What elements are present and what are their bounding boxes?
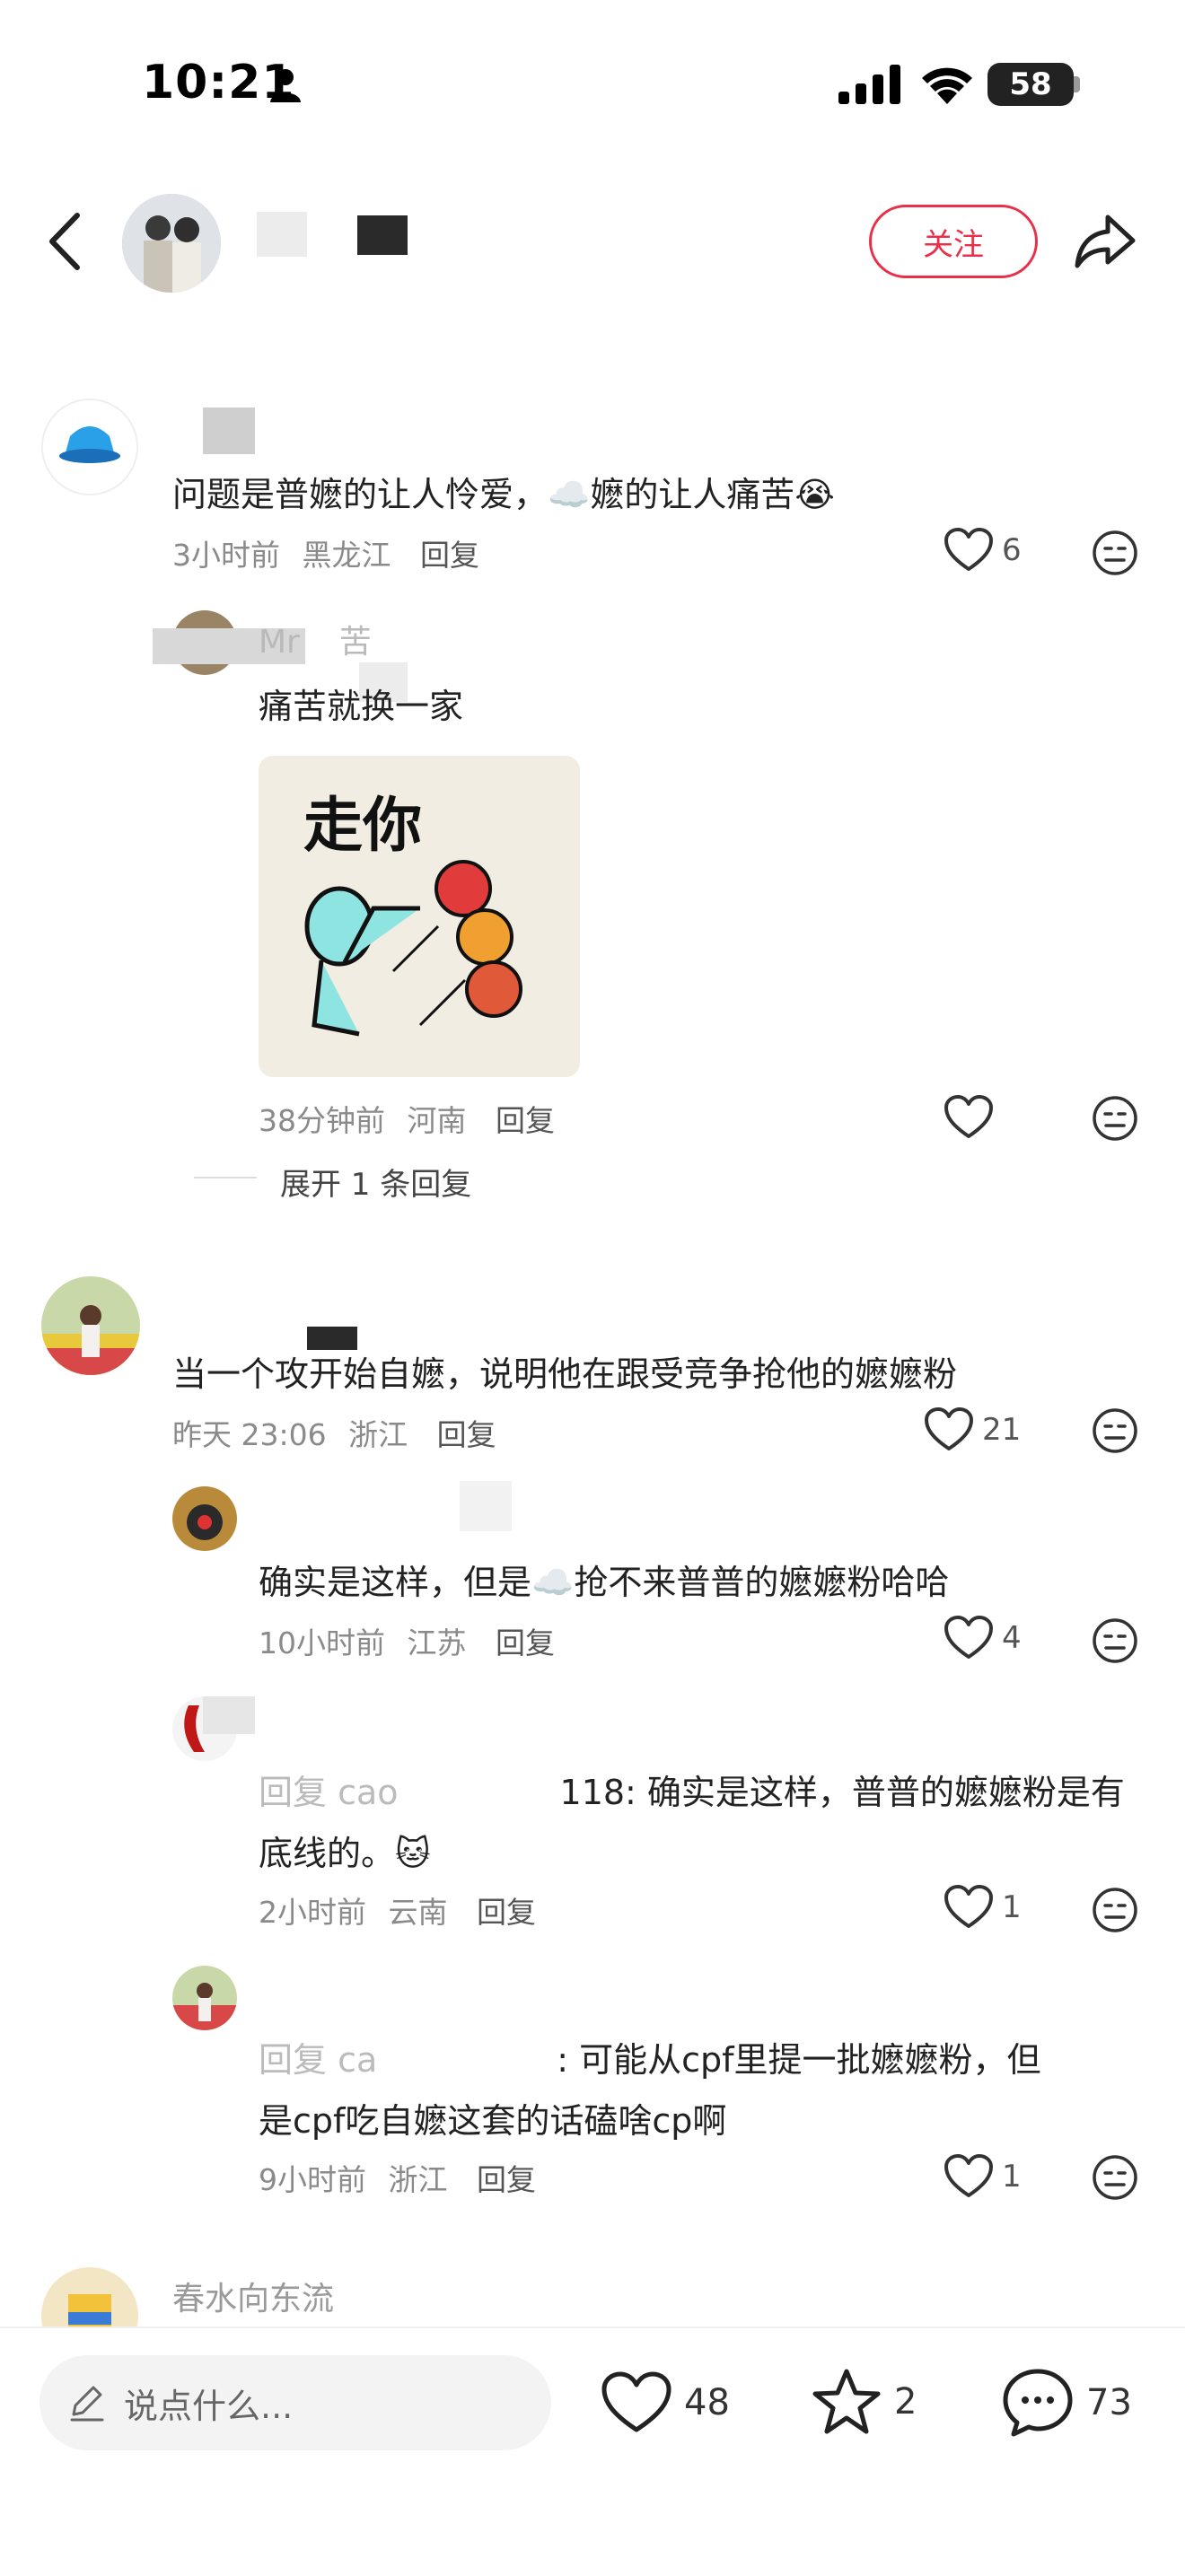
reply-location: 浙江 — [388, 2162, 448, 2197]
reply-meta: 9小时前 浙江 回复 — [259, 2156, 536, 2199]
heart-icon — [601, 2371, 672, 2432]
heart-icon — [944, 2154, 993, 2197]
reply-name: Mr 苦 — [259, 624, 372, 661]
comment-location: 黑龙江 — [302, 538, 391, 573]
battery-cap — [1074, 76, 1080, 92]
like-post-button[interactable]: 48 — [601, 2371, 730, 2434]
reply-text: 回复 cao 118: 确实是这样，普普的嬷嬷粉是有 — [259, 1765, 1125, 1814]
reply-meta: 2小时前 云南 回复 — [259, 1888, 536, 1932]
comment-count: 73 — [1086, 2382, 1132, 2423]
reply-time: 9小时前 — [259, 2162, 366, 2197]
reply-prefix: 回复 cao — [259, 1773, 399, 1812]
reply-time: 10小时前 — [259, 1625, 385, 1660]
input-placeholder: 说点什么... — [124, 2386, 294, 2426]
like-button[interactable]: 1 — [944, 1885, 1022, 1930]
comment-text: 当一个攻开始自嬷，说明他在跟受竞争抢他的嬷嬷粉 — [172, 1354, 958, 1394]
share-icon[interactable] — [1074, 210, 1137, 273]
reply-name-mask — [460, 1481, 512, 1531]
reply-text: 痛苦就换一家 — [259, 687, 464, 726]
reply-avatar[interactable] — [172, 1966, 237, 2030]
commenter-name-mask — [203, 407, 255, 454]
reply-button[interactable]: 回复 — [496, 1625, 555, 1660]
author-name-mask — [257, 212, 307, 257]
favorite-count: 2 — [894, 2381, 917, 2423]
wifi-icon — [922, 67, 972, 104]
reply-time: 38分钟前 — [259, 1103, 385, 1138]
comment-time: 3小时前 — [172, 538, 280, 573]
back-icon[interactable] — [47, 212, 83, 271]
comment-meta: 3小时前 黑龙江 回复 — [172, 531, 479, 574]
reply-button[interactable]: 回复 — [496, 1103, 555, 1138]
emoji-face-icon[interactable] — [1092, 1095, 1138, 1142]
like-count: 6 — [1002, 532, 1022, 568]
emoji-face-icon[interactable] — [1092, 530, 1138, 576]
reply-text-line2: 底线的。🐱 — [259, 1834, 431, 1873]
commenter-avatar[interactable] — [41, 399, 138, 495]
reply-prefix: 回复 ca — [259, 2040, 378, 2080]
comment-location: 浙江 — [348, 1417, 408, 1452]
reply-suffix: 118: 确实是这样，普普的嬷嬷粉是有 — [559, 1773, 1125, 1812]
emoji-face-icon[interactable] — [1092, 1617, 1138, 1664]
author-name-mask — [357, 215, 408, 255]
expand-divider — [194, 1177, 257, 1178]
commenter-avatar[interactable] — [41, 1276, 140, 1375]
expand-replies-button[interactable]: 展开 1 条回复 — [280, 1160, 471, 1204]
like-button[interactable]: 4 — [944, 1616, 1022, 1660]
person-icon — [270, 69, 301, 102]
comment-button[interactable]: 73 — [1002, 2368, 1132, 2438]
like-button[interactable]: 1 — [944, 2154, 1022, 2199]
reply-button[interactable]: 回复 — [477, 1895, 536, 1930]
comment-time: 昨天 23:06 — [172, 1417, 327, 1452]
comment-meta: 昨天 23:06 浙江 回复 — [172, 1411, 496, 1454]
reply-location: 云南 — [388, 1895, 448, 1930]
reply-name-mask — [203, 1696, 255, 1734]
favorite-button[interactable]: 2 — [812, 2368, 917, 2436]
battery-indicator: 58 — [988, 63, 1074, 106]
reply-meta: 10小时前 江苏 回复 — [259, 1619, 555, 1662]
post-like-count: 48 — [684, 2382, 730, 2423]
reply-time: 2小时前 — [259, 1895, 366, 1930]
like-count: 1 — [1002, 2159, 1022, 2195]
emoji-face-icon[interactable] — [1092, 1887, 1138, 1933]
like-count: 4 — [1002, 1620, 1022, 1656]
reply-button[interactable]: 回复 — [437, 1417, 496, 1452]
sticker-image[interactable]: 走你 — [259, 756, 580, 1077]
heart-icon — [944, 1885, 993, 1928]
reply-location: 河南 — [407, 1103, 467, 1138]
like-button[interactable]: 21 — [925, 1407, 1021, 1452]
reply-button[interactable]: 回复 — [420, 538, 479, 573]
comment-text: 问题是普嬷的让人怜爱，☁️嬷的让人痛苦😭 — [172, 475, 835, 514]
heart-icon[interactable] — [944, 1095, 993, 1140]
sticker-text: 走你 — [303, 791, 422, 860]
emoji-face-icon[interactable] — [1092, 2154, 1138, 2201]
star-icon — [812, 2369, 881, 2434]
emoji-face-icon[interactable] — [1092, 1407, 1138, 1454]
reply-avatar[interactable] — [172, 1486, 237, 1551]
reply-text: 回复 ca : 可能从cpf里提一批嬷嬷粉，但 — [259, 2032, 1041, 2081]
heart-icon — [925, 1407, 973, 1450]
comment-input[interactable]: 说点什么... — [40, 2355, 551, 2450]
reply-meta: 38分钟前 河南 回复 — [259, 1097, 555, 1140]
heart-icon — [944, 528, 993, 571]
chat-bubble-icon — [1003, 2369, 1073, 2437]
signal-icon — [838, 65, 900, 104]
reply-location: 江苏 — [407, 1625, 467, 1660]
reply-suffix: : 可能从cpf里提一批嬷嬷粉，但 — [557, 2040, 1041, 2080]
follow-button[interactable]: 关注 — [869, 205, 1038, 278]
reply-text: 确实是这样，但是☁️抢不来普普的嬷嬷粉哈哈 — [259, 1563, 950, 1602]
pencil-icon — [70, 2386, 104, 2422]
reply-text-line2: 是cpf吃自嬷这套的话磕啥cp啊 — [259, 2101, 727, 2141]
heart-icon — [944, 1616, 993, 1659]
like-button[interactable]: 6 — [944, 528, 1022, 573]
commenter-name: 春水向东流 — [172, 2281, 335, 2318]
reply-button[interactable]: 回复 — [477, 2162, 536, 2197]
like-count: 1 — [1002, 1889, 1022, 1925]
like-count: 21 — [982, 1412, 1022, 1448]
author-avatar[interactable] — [122, 194, 221, 293]
